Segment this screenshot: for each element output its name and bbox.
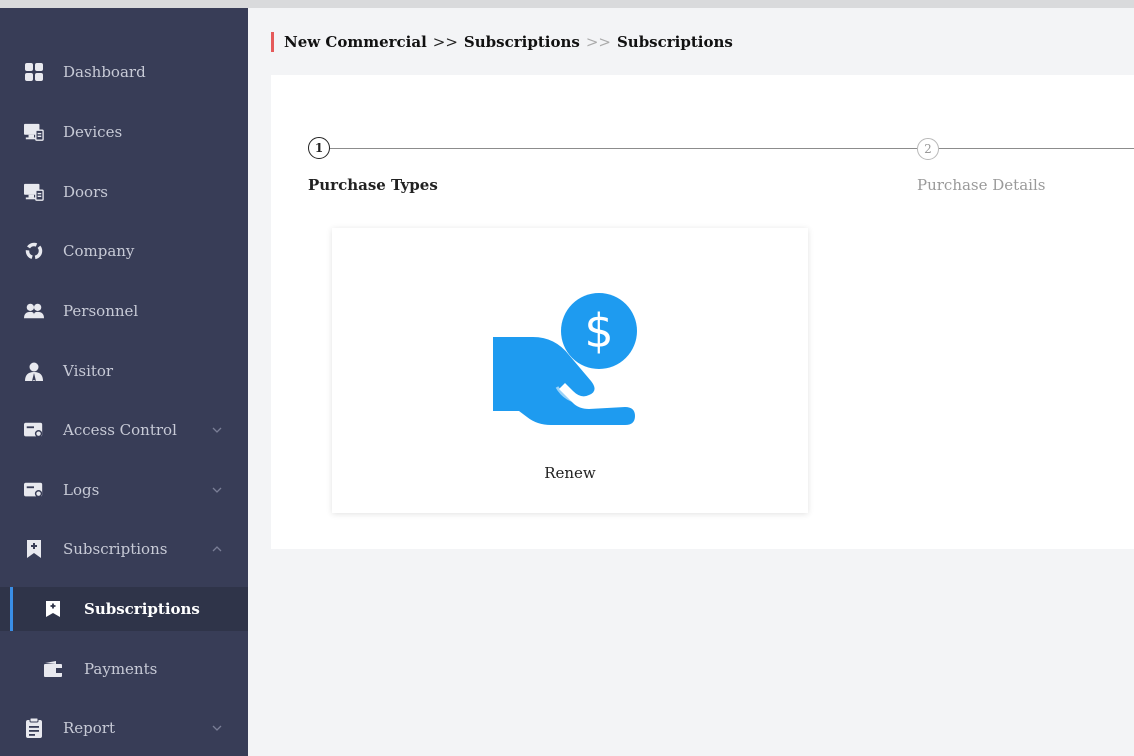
chevron-up-icon	[212, 546, 222, 552]
payments-icon	[43, 659, 63, 679]
company-icon	[24, 241, 44, 261]
sidebar-item-label: Payments	[84, 660, 158, 678]
chevron-down-icon	[212, 487, 222, 493]
doors-icon	[24, 182, 44, 202]
breadcrumb: New Commercial >> Subscriptions >> Subsc…	[271, 31, 733, 53]
sidebar-item-devices[interactable]: Devices	[0, 110, 248, 154]
sidebar-item-label: Report	[63, 719, 116, 737]
renew-card[interactable]: $ Renew	[332, 228, 808, 513]
step-2-label: Purchase Details	[917, 176, 1046, 194]
breadcrumb-item-new-commercial[interactable]: New Commercial	[284, 33, 427, 51]
sidebar: Dashboard Devices Doors Company Personne…	[0, 8, 248, 756]
sidebar-item-label: Personnel	[63, 302, 139, 320]
report-icon	[24, 718, 44, 738]
sidebar-item-visitor[interactable]: Visitor	[0, 349, 248, 393]
sidebar-item-access-control[interactable]: Access Control	[0, 408, 248, 452]
sidebar-item-label: Subscriptions	[63, 540, 168, 558]
chevron-down-icon	[212, 725, 222, 731]
breadcrumb-item-current: Subscriptions	[616, 33, 733, 51]
sidebar-item-label: Visitor	[63, 362, 114, 380]
subscriptions-sub-icon	[43, 599, 63, 619]
dashboard-icon	[24, 62, 44, 82]
renew-label: Renew	[544, 464, 596, 482]
hand-dollar-icon: $	[493, 293, 637, 425]
sidebar-item-dashboard[interactable]: Dashboard	[0, 50, 248, 94]
sidebar-item-label: Dashboard	[63, 63, 146, 81]
devices-icon	[24, 122, 44, 142]
sidebar-item-label: Doors	[63, 183, 108, 201]
step-1-indicator: 1	[308, 137, 330, 159]
step-1-label: Purchase Types	[308, 176, 438, 194]
top-border	[0, 0, 1134, 8]
sidebar-item-doors[interactable]: Doors	[0, 170, 248, 214]
sidebar-item-subscriptions[interactable]: Subscriptions	[0, 527, 248, 571]
step-connector	[330, 148, 917, 149]
subscriptions-icon	[24, 539, 44, 559]
main-panel: 1 2 Purchase Types Purchase Details $ Re…	[271, 75, 1134, 549]
sidebar-subitem-payments[interactable]: Payments	[0, 647, 248, 691]
sidebar-item-label: Logs	[63, 481, 100, 499]
breadcrumb-separator: >>	[432, 33, 458, 51]
sidebar-item-label: Access Control	[63, 421, 177, 439]
sidebar-item-report[interactable]: Report	[0, 706, 248, 750]
sidebar-item-logs[interactable]: Logs	[0, 468, 248, 512]
chevron-down-icon	[212, 427, 222, 433]
sidebar-subitem-subscriptions[interactable]: Subscriptions	[0, 587, 248, 631]
sidebar-item-label: Company	[63, 242, 135, 260]
step-connector	[939, 148, 1134, 149]
sidebar-item-company[interactable]: Company	[0, 229, 248, 273]
access-control-icon	[24, 420, 44, 440]
dollar-symbol: $	[584, 304, 613, 358]
step-2-indicator: 2	[917, 138, 939, 160]
visitor-icon	[24, 361, 44, 381]
personnel-icon	[24, 301, 44, 321]
breadcrumb-item-subscriptions[interactable]: Subscriptions	[464, 33, 580, 51]
logs-icon	[24, 480, 44, 500]
breadcrumb-separator: >>	[585, 33, 611, 51]
breadcrumb-accent-bar	[271, 32, 274, 52]
sidebar-item-personnel[interactable]: Personnel	[0, 289, 248, 333]
sidebar-item-label: Subscriptions	[84, 600, 200, 618]
sidebar-item-label: Devices	[63, 123, 123, 141]
